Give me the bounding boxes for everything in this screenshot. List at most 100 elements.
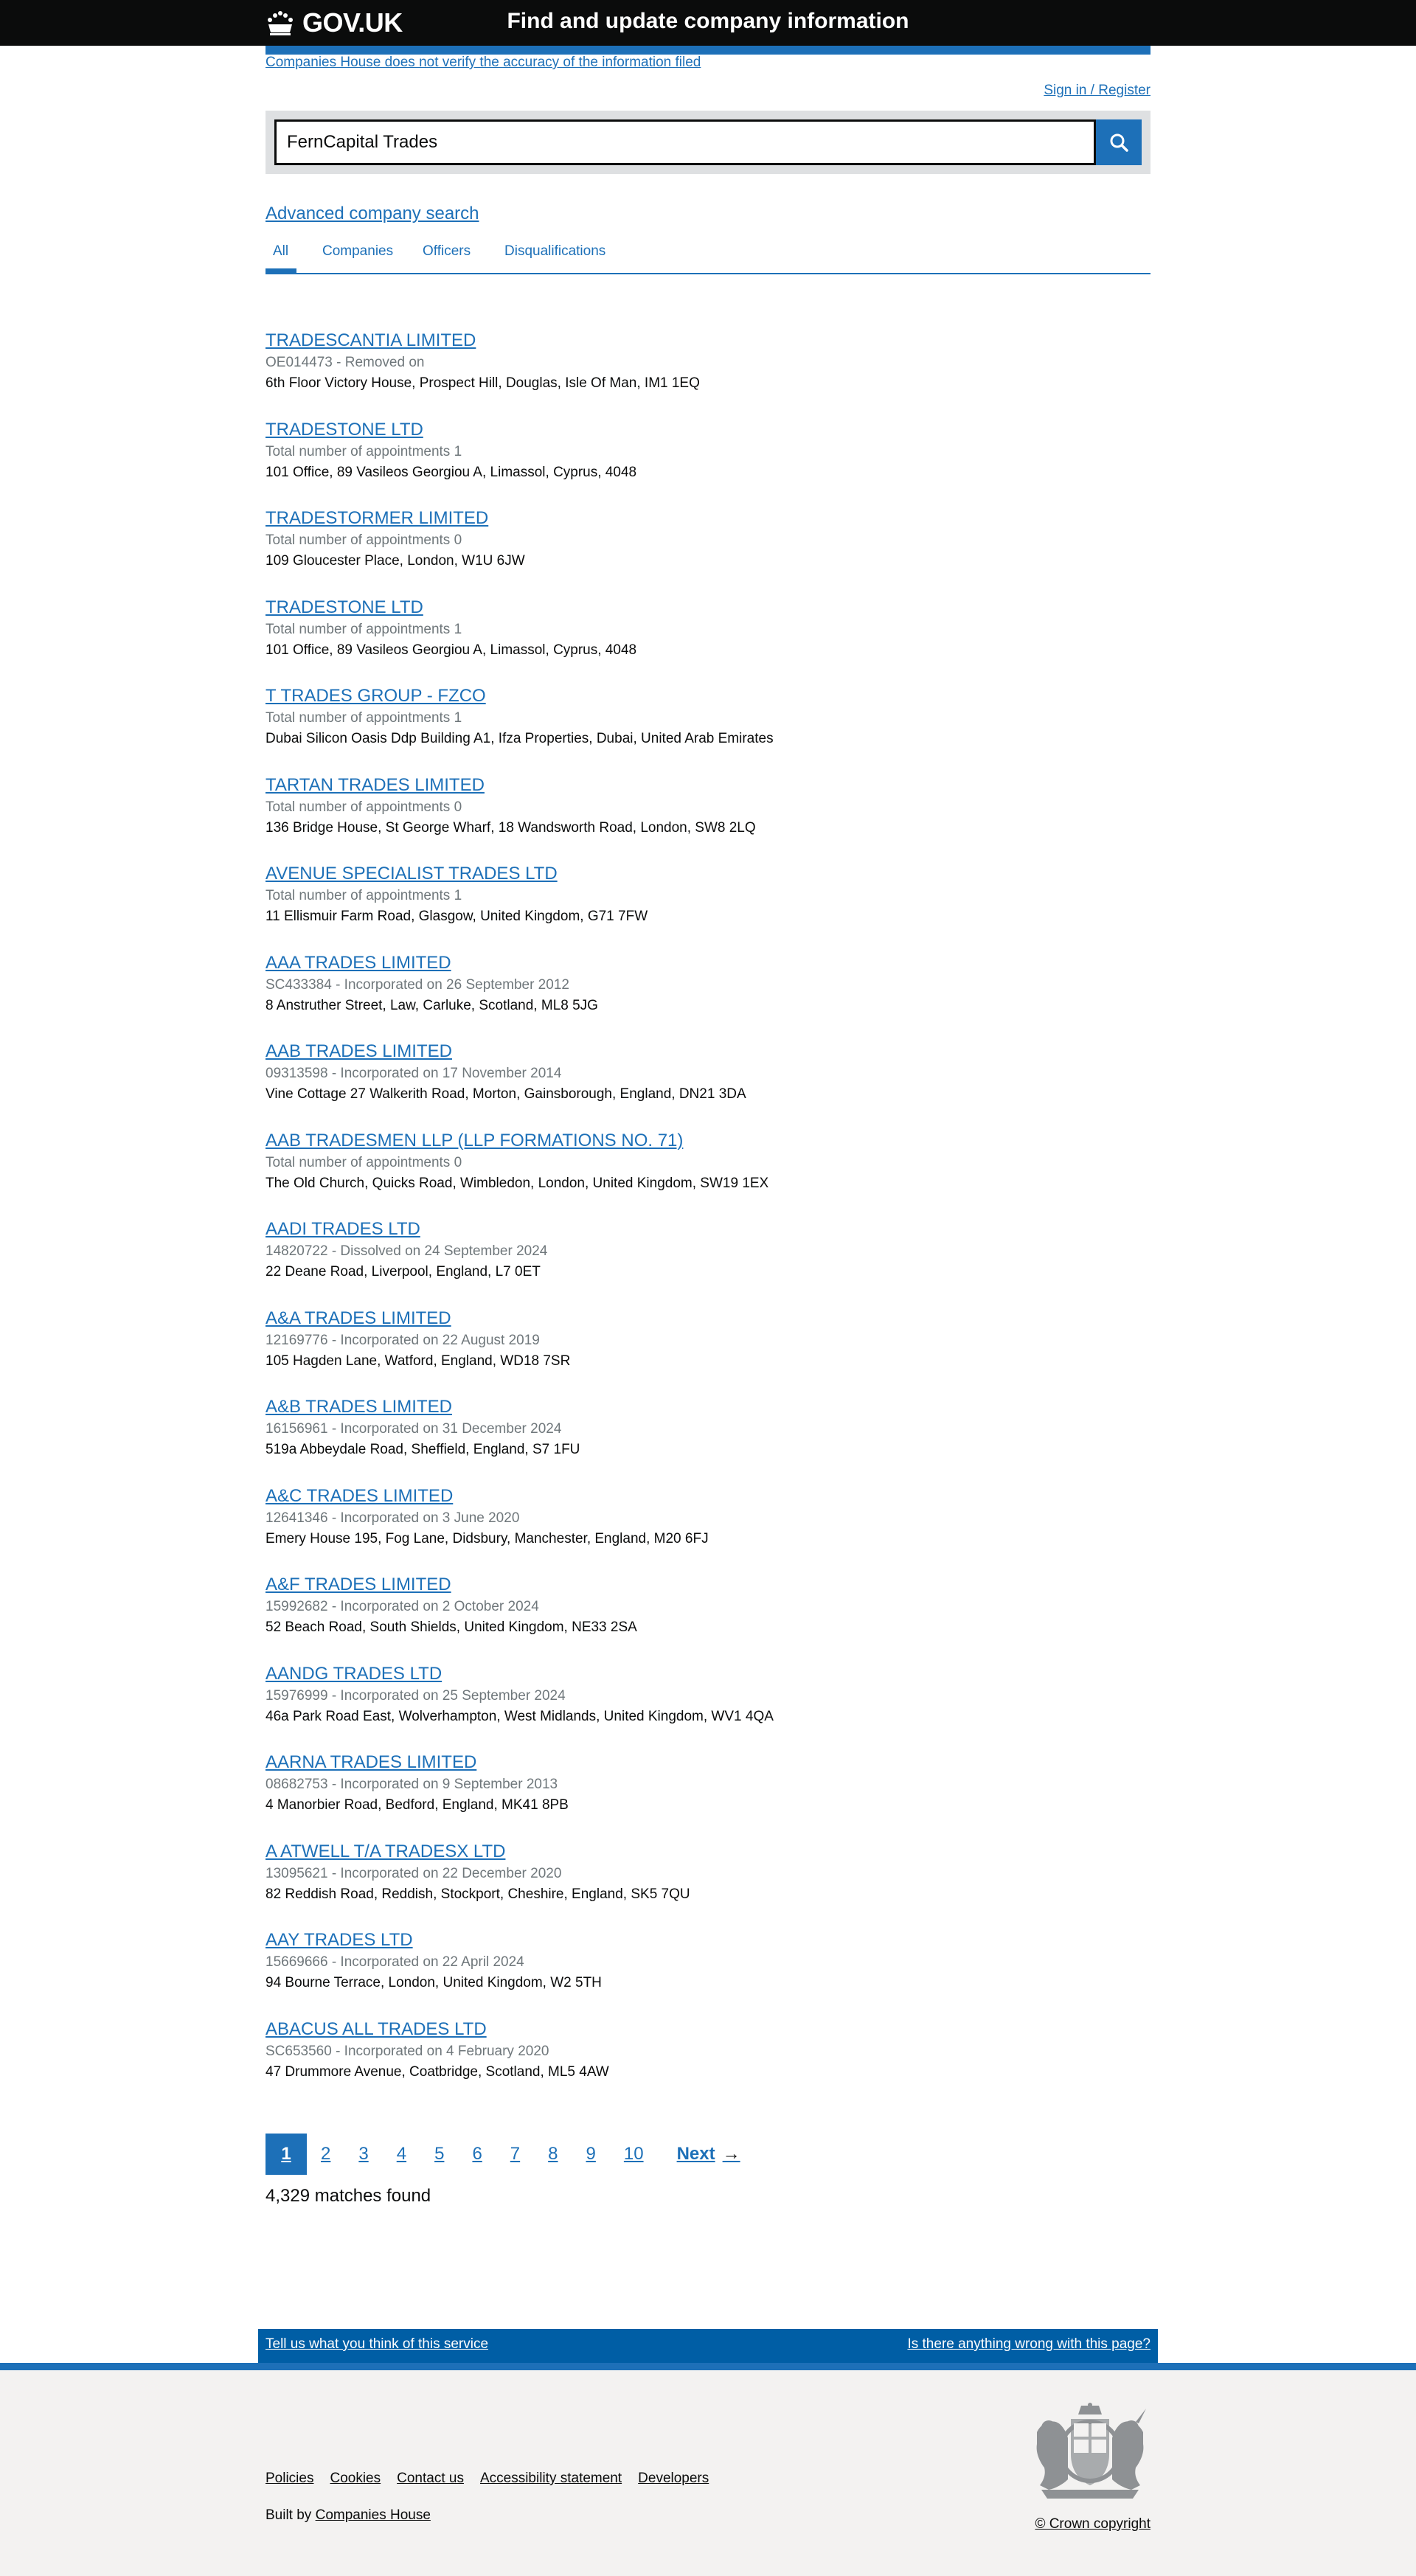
crown-copyright-link[interactable]: © Crown copyright — [1035, 2516, 1150, 2532]
results-list: TRADESCANTIA LIMITED OE014473 - Removed o… — [266, 329, 1150, 2106]
result-title-link[interactable]: AANDG TRADES LTD — [266, 1662, 1150, 1686]
tab-all[interactable]: All — [273, 243, 288, 260]
pagination: 1 2 3 4 5 6 7 8 9 10 Next → — [266, 2134, 754, 2175]
result-meta: SC433384 - Incorporated on 26 September … — [266, 976, 569, 993]
list-item: AAB TRADES LIMITED 09313598 - Incorporate… — [266, 1040, 1150, 1129]
result-title-link[interactable]: AAA TRADES LIMITED — [266, 951, 1150, 975]
result-meta: 12169776 - Incorporated on 22 August 201… — [266, 1332, 540, 1348]
advanced-search-link[interactable]: Advanced company search — [266, 204, 479, 224]
page-link[interactable]: 7 — [496, 2134, 534, 2175]
list-item: A&F TRADES LIMITED 15992682 - Incorporate… — [266, 1573, 1150, 1662]
page-link[interactable]: 2 — [307, 2134, 344, 2175]
page-link[interactable]: 10 — [610, 2134, 658, 2175]
tab-disqualifications[interactable]: Disqualifications — [504, 243, 605, 260]
result-title-link[interactable]: T TRADES GROUP - FZCO — [266, 684, 1150, 708]
header-blue-bar — [266, 46, 1150, 55]
result-title-link[interactable]: TRADESTONE LTD — [266, 596, 1150, 619]
feedback-bar: Tell us what you think of this service I… — [258, 2329, 1158, 2363]
list-item: AADI TRADES LTD 14820722 - Dissolved on 2… — [266, 1218, 1150, 1307]
disclaimer-link[interactable]: Companies House does not verify the accu… — [266, 55, 701, 71]
result-address: Vine Cottage 27 Walkerith Road, Morton, … — [266, 1086, 746, 1102]
tab-officers[interactable]: Officers — [423, 243, 471, 260]
list-item: TRADESTONE LTD Total number of appointmen… — [266, 418, 1150, 507]
result-address: 82 Reddish Road, Reddish, Stockport, Che… — [266, 1886, 690, 1902]
result-meta: Total number of appointments 0 — [266, 799, 462, 815]
footer-top-border — [0, 2363, 1416, 2370]
result-address: 105 Hagden Lane, Watford, England, WD18 … — [266, 1353, 571, 1369]
page-link[interactable]: 8 — [534, 2134, 572, 2175]
result-meta: 15976999 - Incorporated on 25 September … — [266, 1687, 566, 1704]
result-meta: Total number of appointments 1 — [266, 710, 462, 726]
gov-header: GOV.UK Find and update company informati… — [0, 0, 1416, 46]
list-item: AAA TRADES LIMITED SC433384 - Incorporate… — [266, 951, 1150, 1041]
footer-link-accessibility[interactable]: Accessibility statement — [480, 2471, 622, 2487]
result-address: 11 Ellismuir Farm Road, Glasgow, United … — [266, 909, 648, 924]
page-link[interactable]: 3 — [344, 2134, 382, 2175]
result-title-link[interactable]: A&C TRADES LIMITED — [266, 1485, 1150, 1508]
report-problem-link[interactable]: Is there anything wrong with this page? — [907, 2336, 1150, 2353]
search-tabs: All Companies Officers Disqualifications — [266, 236, 1150, 274]
result-address: The Old Church, Quicks Road, Wimbledon, … — [266, 1175, 769, 1191]
match-count: 4,329 matches found — [266, 2186, 431, 2206]
result-title-link[interactable]: AADI TRADES LTD — [266, 1218, 1150, 1241]
result-meta: Total number of appointments 0 — [266, 532, 462, 548]
result-meta: 08682753 - Incorporated on 9 September 2… — [266, 1777, 558, 1792]
page-link-current[interactable]: 1 — [266, 2134, 307, 2175]
result-meta: 09313598 - Incorporated on 17 November 2… — [266, 1066, 562, 1081]
result-address: 94 Bourne Terrace, London, United Kingdo… — [266, 1975, 602, 1990]
search-input[interactable]: FernCapital Trades — [274, 119, 1096, 165]
list-item: AANDG TRADES LTD 15976999 - Incorporated … — [266, 1662, 1150, 1752]
sign-in-register-link[interactable]: Sign in / Register — [1044, 83, 1150, 99]
result-meta: Total number of appointments 0 — [266, 1154, 462, 1170]
result-title-link[interactable]: AAB TRADES LIMITED — [266, 1040, 1150, 1063]
result-title-link[interactable]: A&A TRADES LIMITED — [266, 1307, 1150, 1330]
result-title-link[interactable]: AVENUE SPECIALIST TRADES LTD — [266, 862, 1150, 886]
tab-companies[interactable]: Companies — [322, 243, 393, 260]
result-address: 519a Abbeydale Road, Sheffield, England,… — [266, 1442, 580, 1457]
list-item: AAY TRADES LTD 15669666 - Incorporated on… — [266, 1928, 1150, 2018]
result-meta: 15992682 - Incorporated on 2 October 202… — [266, 1599, 539, 1614]
next-page-link[interactable]: Next → — [658, 2134, 754, 2175]
result-title-link[interactable]: AAY TRADES LTD — [266, 1928, 1150, 1952]
page-link[interactable]: 5 — [420, 2134, 458, 2175]
result-title-link[interactable]: TRADESCANTIA LIMITED — [266, 329, 1150, 353]
result-title-link[interactable]: TRADESTONE LTD — [266, 418, 1150, 442]
list-item: A ATWELL T/A TRADESX LTD 13095621 - Incor… — [266, 1840, 1150, 1929]
result-address: 136 Bridge House, St George Wharf, 18 Wa… — [266, 819, 756, 836]
result-title-link[interactable]: A&F TRADES LIMITED — [266, 1573, 1150, 1597]
page-link[interactable]: 9 — [572, 2134, 610, 2175]
result-address: 22 Deane Road, Liverpool, England, L7 0E… — [266, 1264, 541, 1280]
result-meta: Total number of appointments 1 — [266, 621, 462, 637]
list-item: AAB TRADESMEN LLP (LLP FORMATIONS NO. 71… — [266, 1129, 1150, 1218]
result-title-link[interactable]: AARNA TRADES LIMITED — [266, 1751, 1150, 1774]
feedback-link[interactable]: Tell us what you think of this service — [266, 2336, 488, 2353]
active-tab-indicator — [266, 268, 296, 274]
footer-link-developers[interactable]: Developers — [638, 2471, 709, 2487]
footer-links: Policies Cookies Contact us Accessibilit… — [266, 2471, 709, 2487]
list-item: TRADESTORMER LIMITED Total number of appo… — [266, 507, 1150, 596]
result-meta: 13095621 - Incorporated on 22 December 2… — [266, 1865, 562, 1881]
result-title-link[interactable]: A&B TRADES LIMITED — [266, 1395, 1150, 1419]
result-title-link[interactable]: TRADESTORMER LIMITED — [266, 507, 1150, 530]
footer-link-contact[interactable]: Contact us — [397, 2471, 464, 2487]
search-bar: FernCapital Trades — [266, 111, 1150, 174]
result-title-link[interactable]: TARTAN TRADES LIMITED — [266, 774, 1150, 797]
companies-house-link[interactable]: Companies House — [316, 2507, 431, 2523]
service-name[interactable]: Find and update company information — [0, 9, 1416, 34]
result-meta: OE014473 - Removed on — [266, 355, 425, 370]
footer-link-cookies[interactable]: Cookies — [330, 2471, 381, 2487]
search-button[interactable] — [1096, 119, 1142, 165]
page-link[interactable]: 4 — [383, 2134, 420, 2175]
result-title-link[interactable]: AAB TRADESMEN LLP (LLP FORMATIONS NO. 71… — [266, 1129, 1150, 1153]
result-address: 47 Drummore Avenue, Coatbridge, Scotland… — [266, 2063, 609, 2080]
result-address: Emery House 195, Fog Lane, Didsbury, Man… — [266, 1530, 709, 1546]
footer-link-policies[interactable]: Policies — [266, 2471, 313, 2487]
page-link[interactable]: 6 — [458, 2134, 496, 2175]
result-meta: 15669666 - Incorporated on 22 April 2024 — [266, 1954, 524, 1970]
result-title-link[interactable]: A ATWELL T/A TRADESX LTD — [266, 1840, 1150, 1864]
list-item: TRADESCANTIA LIMITED OE014473 - Removed o… — [266, 329, 1150, 418]
list-item: ABACUS ALL TRADES LTD SC653560 - Incorpor… — [266, 2018, 1150, 2107]
result-title-link[interactable]: ABACUS ALL TRADES LTD — [266, 2018, 1150, 2041]
result-meta: 16156961 - Incorporated on 31 December 2… — [266, 1421, 562, 1437]
result-meta: Total number of appointments 1 — [266, 888, 462, 903]
